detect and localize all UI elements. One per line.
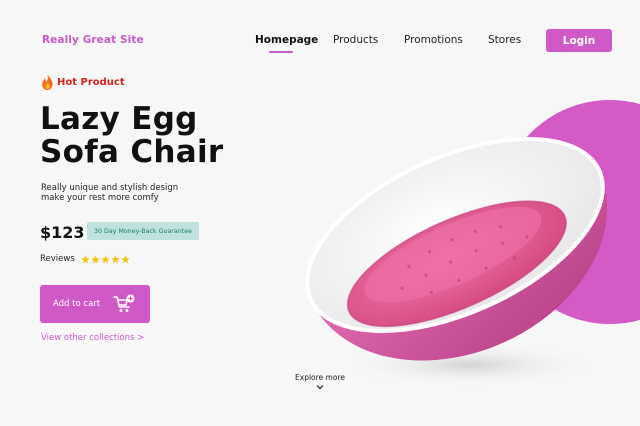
nav-homepage[interactable]: Homepage (255, 34, 318, 47)
guarantee-badge: 30 Day Money-Back Guarantee (87, 222, 199, 240)
hot-product-label: Hot Product (57, 76, 125, 88)
cart-add-icon (113, 294, 135, 312)
product-title: Lazy Egg Sofa Chair (40, 103, 223, 169)
decor-circle (498, 100, 640, 324)
nav-stores[interactable]: Stores (488, 34, 521, 47)
star-icon (111, 254, 120, 263)
fire-icon (42, 74, 53, 90)
add-to-cart-label: Add to cart (53, 299, 101, 309)
product-title-line2: Sofa Chair (40, 134, 224, 170)
reviews-label: Reviews (40, 254, 75, 264)
chair-inner (307, 139, 603, 331)
description-line2: make your rest more comfy (41, 193, 159, 203)
chevron-down-icon (316, 385, 324, 390)
login-button[interactable]: Login (546, 29, 612, 52)
product-description: Really unique and stylish design make yo… (41, 183, 178, 203)
star-icon (81, 254, 90, 263)
nav-active-indicator (269, 51, 293, 53)
hero-image (305, 100, 640, 387)
site-logo[interactable]: Really Great Site (42, 34, 144, 46)
reviews: Reviews (40, 254, 130, 264)
chair-shadow (340, 343, 600, 387)
star-icon (91, 254, 100, 263)
star-rating (81, 254, 130, 264)
view-other-collections-link[interactable]: View other collections > (41, 333, 144, 343)
explore-more-label: Explore more (295, 373, 345, 382)
star-icon (121, 254, 130, 263)
hot-product-badge: Hot Product (41, 74, 125, 90)
chair-shell (310, 170, 608, 361)
nav-products[interactable]: Products (333, 34, 378, 47)
description-line1: Really unique and stylish design (41, 183, 179, 193)
star-icon (101, 254, 110, 263)
product-title-line1: Lazy Egg (40, 101, 198, 137)
nav-promotions[interactable]: Promotions (404, 34, 463, 47)
product-price: $123 (40, 223, 85, 242)
explore-more[interactable]: Explore more (280, 373, 360, 390)
chair-cushion (347, 201, 567, 327)
add-to-cart-button[interactable]: Add to cart (40, 285, 150, 323)
